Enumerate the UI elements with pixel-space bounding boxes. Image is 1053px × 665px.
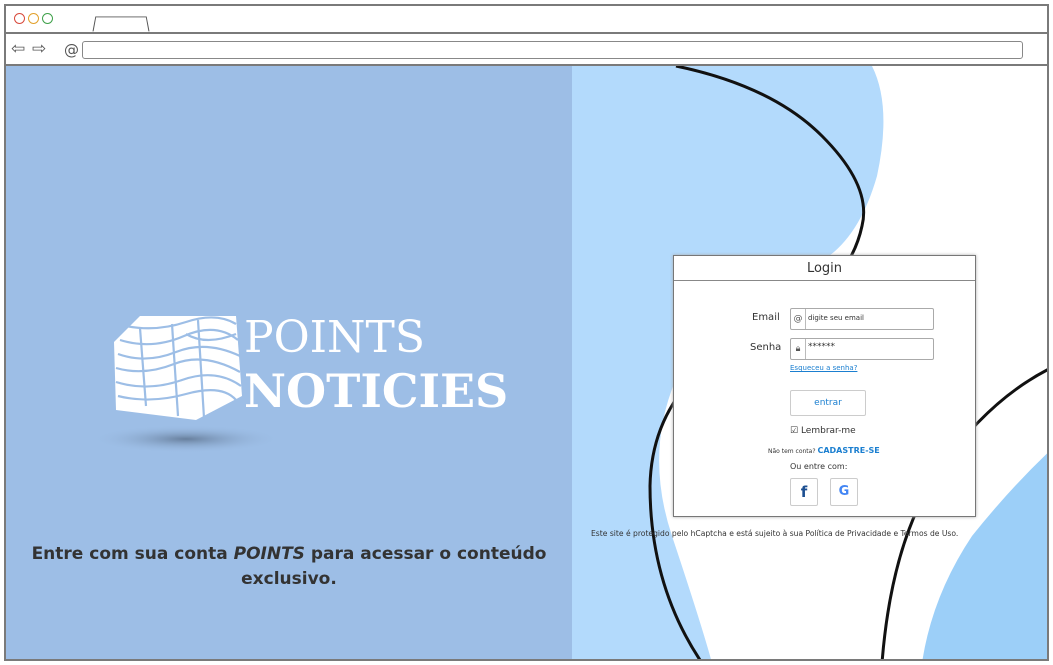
browser-window: ⇦ ⇨ @ POINTS NOTICIES Entre com sua cont…	[4, 4, 1049, 661]
captcha-notice: Este site é protegido pelo hCaptcha e es…	[591, 529, 959, 538]
google-icon: G	[838, 484, 850, 499]
enter-button[interactable]: entrar	[790, 390, 866, 416]
maximize-window-button[interactable]	[42, 13, 53, 24]
google-login-button[interactable]: G	[830, 478, 858, 506]
signup-link[interactable]: CADASTRE-SE	[817, 446, 879, 455]
email-placeholder: digite seu email	[808, 314, 864, 322]
at-icon: @	[791, 309, 806, 329]
browser-tab[interactable]	[92, 16, 150, 32]
logo-line-1: POINTS	[244, 312, 426, 363]
password-field[interactable]: 🔒︎ ******	[790, 338, 934, 360]
forward-icon[interactable]: ⇨	[32, 40, 46, 58]
site-info-icon: @	[64, 41, 79, 59]
facebook-login-button[interactable]: f	[790, 478, 818, 506]
address-bar: ⇦ ⇨ @	[6, 34, 1047, 66]
tagline-brand: POINTS	[233, 544, 305, 564]
remember-me-row[interactable]: ☑ Lembrar-me	[790, 426, 856, 436]
remember-me-label: Lembrar-me	[800, 426, 856, 436]
forgot-password-link[interactable]: Esqueceu a senha?	[790, 364, 857, 372]
password-value: ******	[808, 342, 835, 352]
back-icon[interactable]: ⇦	[11, 40, 25, 58]
facebook-icon: f	[800, 483, 808, 501]
signup-row: Não tem conta? CADASTRE-SE	[768, 446, 880, 455]
lock-icon: 🔒︎	[791, 339, 806, 359]
password-label: Senha	[750, 342, 782, 353]
login-card: Login Email @ digite seu email Senha 🔒︎ …	[673, 255, 976, 517]
or-login-with-text: Ou entre com:	[790, 462, 848, 471]
checkbox-icon[interactable]: ☑	[790, 426, 798, 436]
email-label: Email	[752, 312, 780, 323]
logo-line-2: NOTICIES	[244, 364, 509, 418]
browser-titlebar	[6, 6, 1047, 34]
page-content: POINTS NOTICIES Entre com sua conta POIN…	[6, 66, 1047, 659]
url-input[interactable]	[82, 41, 1023, 59]
no-account-text: Não tem conta?	[768, 448, 816, 455]
minimize-window-button[interactable]	[28, 13, 39, 24]
tagline: Entre com sua conta POINTS para acessar …	[6, 542, 572, 592]
login-title: Login	[674, 256, 975, 281]
brand-panel: POINTS NOTICIES Entre com sua conta POIN…	[6, 66, 572, 659]
close-window-button[interactable]	[14, 13, 25, 24]
email-field[interactable]: @ digite seu email	[790, 308, 934, 330]
tagline-text-1: Entre com sua conta	[31, 544, 234, 564]
